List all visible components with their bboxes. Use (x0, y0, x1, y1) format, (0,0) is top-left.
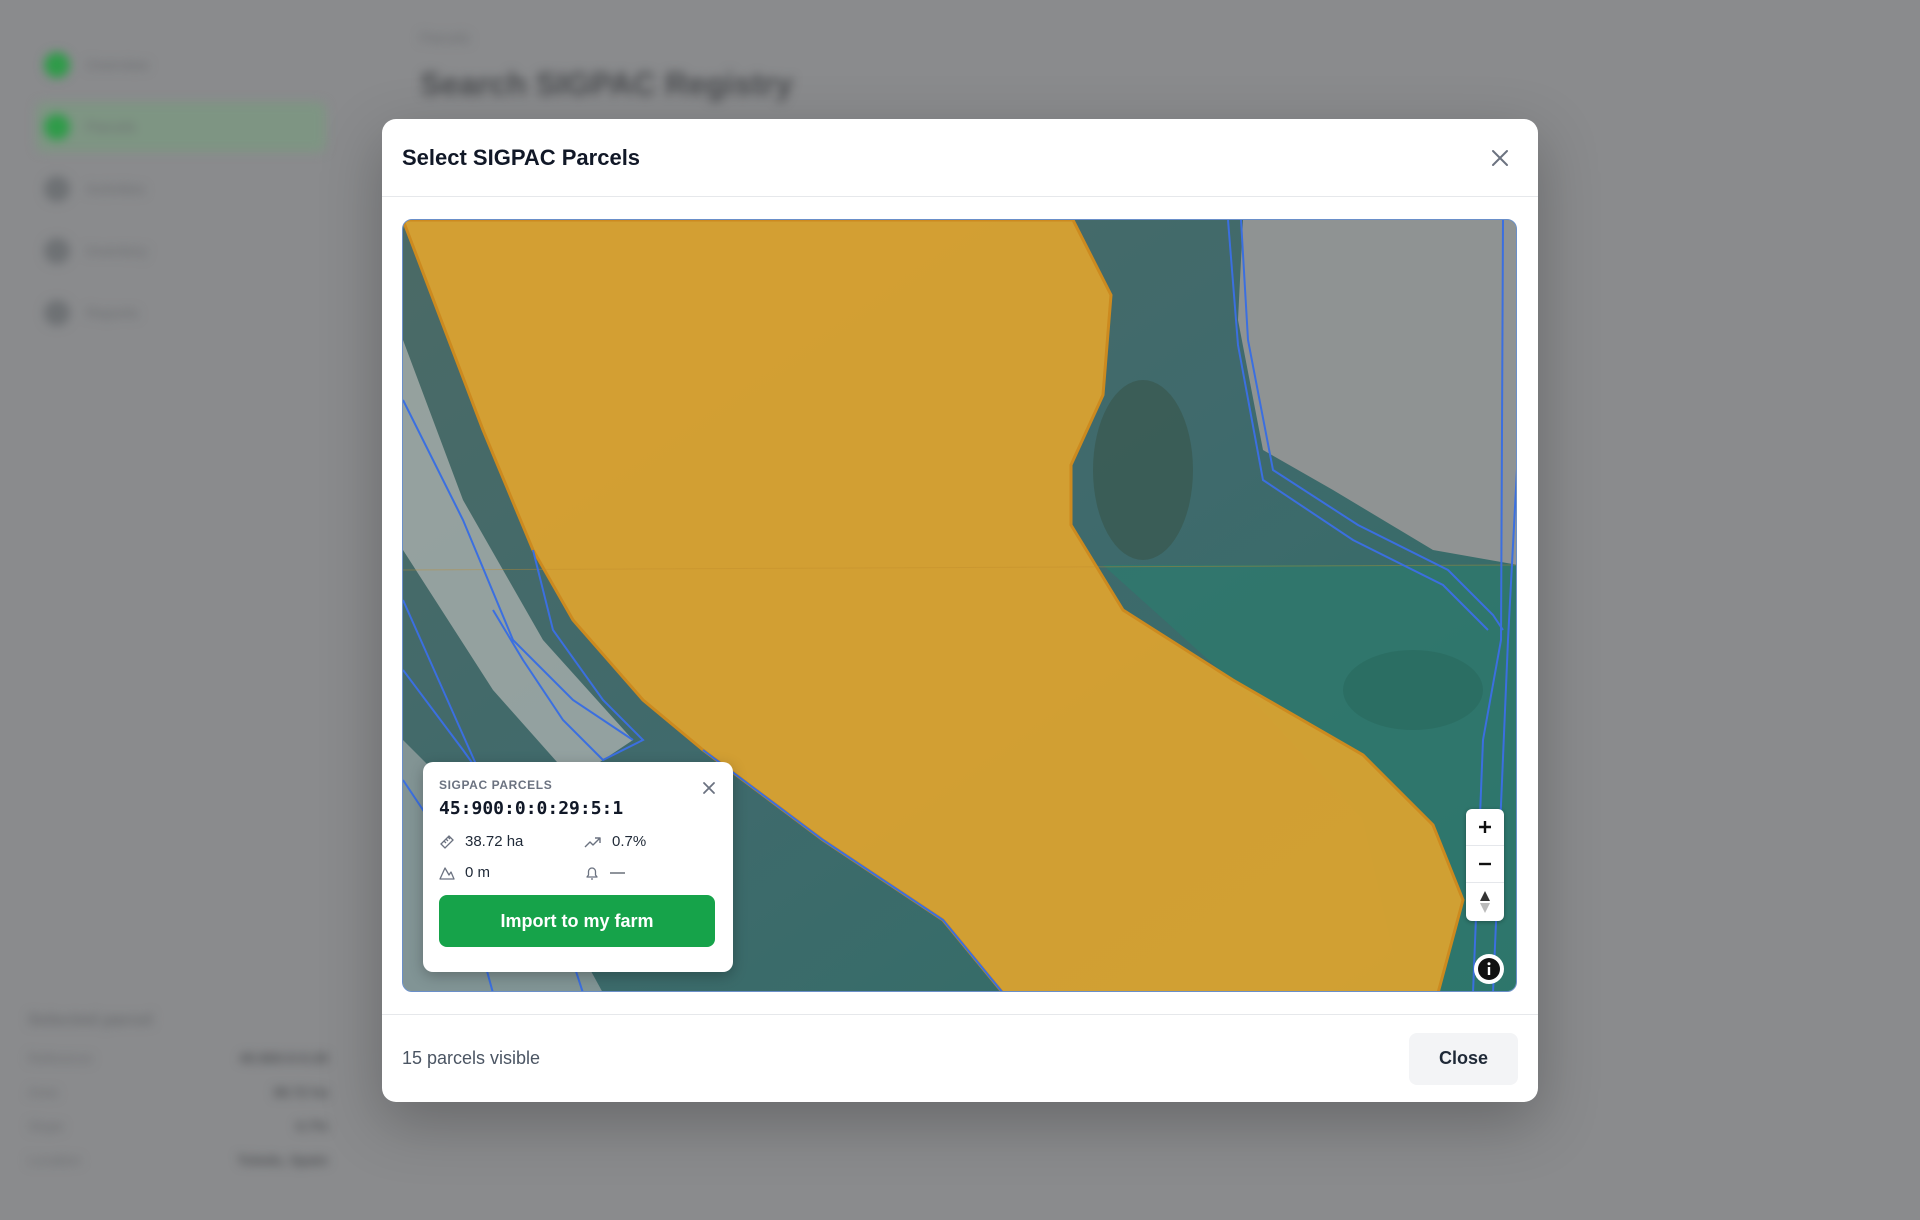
sidebar-item-label: Overview (86, 56, 149, 74)
panel-row-value: 45:900:0:0:29 (239, 1050, 328, 1066)
sidebar-item-parcels[interactable]: Parcels (36, 102, 326, 152)
sidebar-item-inventory[interactable]: Inventory (36, 226, 326, 276)
panel-row-key: Area (28, 1084, 58, 1100)
zoom-controls (1466, 809, 1504, 921)
panel-row-key: Location (28, 1152, 81, 1168)
bell-icon (586, 866, 598, 880)
slope-stat: 0.7% (584, 833, 724, 850)
overview-icon (44, 52, 70, 78)
page-title: Search SIGPAC Registry (420, 66, 793, 102)
selected-parcel-panel: Selected parcel Reference 45:900:0:0:29 A… (28, 1010, 328, 1186)
reset-bearing-button[interactable] (1466, 883, 1504, 920)
panel-row: Slope 0.7% (28, 1118, 328, 1134)
sidebar-item-overview[interactable]: Overview (36, 40, 326, 90)
sidebar: Overview Parcels Activities Inventory Re… (0, 0, 350, 1220)
parcels-icon (44, 114, 70, 140)
modal-footer: 15 parcels visible Close (382, 1014, 1538, 1102)
panel-title: Selected parcel (28, 1010, 153, 1029)
modal-title: Select SIGPAC Parcels (402, 144, 641, 170)
reports-icon (44, 300, 70, 326)
panel-row-value: 38.72 ha (272, 1084, 328, 1100)
sidebar-item-label: Activities (86, 180, 146, 198)
select-parcels-modal: Select SIGPAC Parcels SIGPAC PARCELS 45:… (382, 119, 1538, 1102)
activities-icon (44, 176, 70, 202)
minus-icon (1479, 862, 1491, 866)
zoom-out-button[interactable] (1466, 846, 1504, 883)
attribution-button[interactable] (1474, 954, 1504, 984)
mountain-icon (439, 866, 455, 880)
panel-row: Reference 45:900:0:0:29 (28, 1050, 328, 1066)
import-button[interactable]: Import to my farm (439, 895, 715, 947)
modal-header: Select SIGPAC Parcels (382, 119, 1538, 197)
parcel-id: 45:900:0:0:29:5:1 (439, 798, 624, 819)
panel-row-value: 0.7% (296, 1118, 328, 1134)
parcel-stats: 38.72 ha 0.7% 0 m — (439, 833, 717, 881)
altitude-value: 0 m (465, 864, 491, 881)
inventory-icon (44, 238, 70, 264)
trending-up-icon (584, 836, 601, 847)
altitude-stat: 0 m (439, 864, 584, 881)
slope-value: 0.7% (612, 833, 647, 850)
area-stat: 38.72 ha (439, 833, 584, 850)
panel-row: Location Toledo, Spain (28, 1152, 328, 1168)
sidebar-item-activities[interactable]: Activities (36, 164, 326, 214)
ruler-icon (440, 834, 454, 849)
area-value: 38.72 ha (465, 833, 524, 850)
sidebar-item-label: Reports (86, 304, 139, 322)
panel-row-key: Reference (28, 1050, 93, 1066)
close-button[interactable]: Close (1408, 1032, 1518, 1085)
sidebar-item-label: Inventory (86, 242, 148, 260)
compass-icon (1480, 890, 1490, 913)
parcel-map[interactable]: SIGPAC PARCELS 45:900:0:0:29:5:1 38.72 h… (402, 219, 1517, 992)
popup-close-button[interactable] (699, 778, 719, 798)
breadcrumb[interactable]: Parcels (420, 30, 470, 47)
panel-row-key: Slope (28, 1118, 64, 1134)
panel-row: Area 38.72 ha (28, 1084, 328, 1100)
irrigation-stat: — (584, 864, 724, 881)
zoom-in-button[interactable] (1466, 809, 1504, 846)
panel-row-value: Toledo, Spain (237, 1152, 328, 1168)
sidebar-nav: Overview Parcels Activities Inventory Re… (36, 40, 326, 350)
info-icon (1478, 958, 1500, 980)
sidebar-item-reports[interactable]: Reports (36, 288, 326, 338)
popup-label: SIGPAC PARCELS (439, 778, 553, 792)
irrigation-value: — (610, 864, 625, 881)
close-icon (1492, 149, 1508, 166)
close-icon (703, 782, 715, 794)
plus-icon (1479, 821, 1491, 833)
sidebar-item-label: Parcels (86, 118, 137, 136)
parcel-popup: SIGPAC PARCELS 45:900:0:0:29:5:1 38.72 h… (423, 762, 733, 972)
parcels-visible-count: 15 parcels visible (402, 1048, 541, 1068)
modal-close-button[interactable] (1482, 140, 1518, 176)
